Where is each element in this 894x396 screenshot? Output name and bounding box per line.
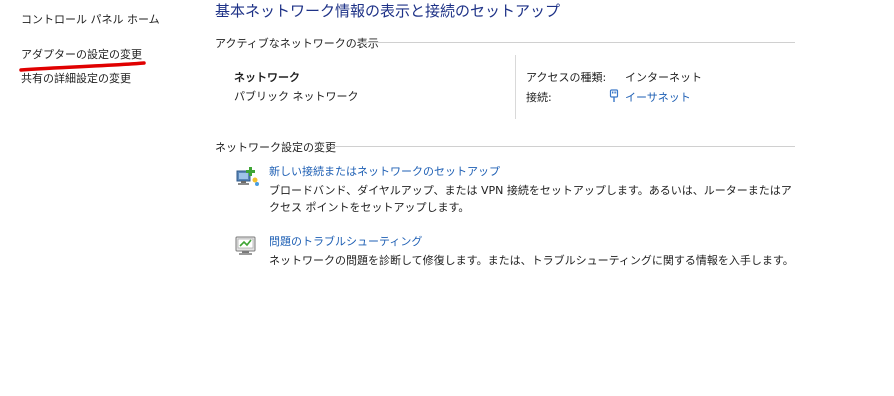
connection-label: 接続: (526, 91, 552, 104)
change-settings-section-label: ネットワーク設定の変更 (215, 141, 336, 154)
access-type-label: アクセスの種類: (526, 71, 607, 84)
troubleshoot-problems-link[interactable]: 問題のトラブルシューティング (269, 233, 422, 249)
setup-new-connection-description: ブロードバンド、ダイヤルアップ、または VPN 接続をセットアップします。あるい… (269, 184, 792, 214)
sidebar-item-control-panel-home[interactable]: コントロール パネル ホーム (21, 11, 160, 27)
network-type-link[interactable]: パブリック ネットワーク (234, 88, 359, 104)
sidebar-item-advanced-sharing[interactable]: 共有の詳細設定の変更 (21, 70, 131, 86)
ethernet-connection-link[interactable]: イーサネット (625, 89, 691, 105)
access-type-value: インターネット (625, 71, 702, 84)
active-networks-section-label: アクティブなネットワークの表示 (215, 37, 379, 50)
page-title: 基本ネットワーク情報の表示と接続のセットアップ (215, 2, 561, 20)
ethernet-icon (609, 88, 619, 102)
vertical-divider (515, 55, 516, 119)
troubleshoot-icon (234, 234, 258, 256)
troubleshoot-problems-description: ネットワークの問題を診断して修復します。または、トラブルシューティングに関する情… (269, 254, 794, 267)
new-connection-icon (234, 164, 260, 188)
section-divider (360, 42, 795, 43)
network-name: ネットワーク (234, 71, 300, 84)
setup-new-connection-link[interactable]: 新しい接続またはネットワークのセットアップ (269, 163, 500, 179)
section-divider (330, 146, 795, 147)
